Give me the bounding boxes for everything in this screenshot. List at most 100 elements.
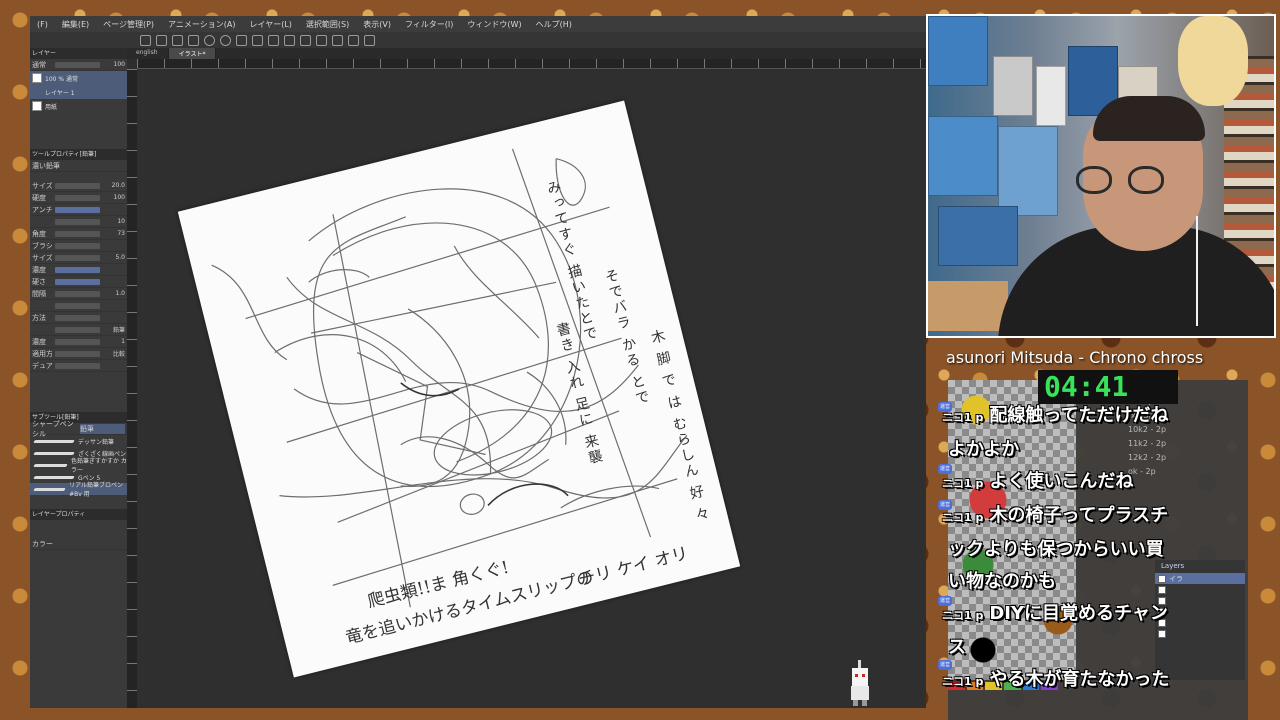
prop-value: 鉛筆 xyxy=(112,327,125,334)
color-mode-row[interactable]: カラー xyxy=(30,538,127,550)
color-mode-select[interactable]: カラー xyxy=(32,539,53,549)
subtool-tab-mechanical[interactable]: シャープペンシル xyxy=(32,419,77,439)
edit-icon[interactable] xyxy=(348,34,359,46)
menu-page[interactable]: ページ管理(P) xyxy=(96,19,161,30)
menu-filter[interactable]: フィルター(I) xyxy=(398,19,460,30)
prop-slider[interactable] xyxy=(55,206,100,213)
prop-slider[interactable] xyxy=(55,350,100,357)
brush-name: 色鉛筆ぎすかすか カラー xyxy=(70,458,127,474)
brush-item[interactable]: 色鉛筆ぎすかすか カラー xyxy=(30,458,127,474)
comment-user: ニコ1 p xyxy=(942,411,984,424)
menu-animation[interactable]: アニメーション(A) xyxy=(161,19,242,30)
prop-row[interactable]: 硬度 100 xyxy=(30,192,127,204)
pen-icon[interactable] xyxy=(316,34,327,46)
drawing-canvas[interactable]: 爬虫類!!ま 角くぐ! 竜を追いかけるタイムスリップの チリ ケイ オリ みって… xyxy=(177,100,741,678)
comment-line: い物なのかも xyxy=(942,566,1272,598)
prop-label: 硬さ xyxy=(32,277,46,286)
prop-row[interactable]: 10 xyxy=(30,216,127,228)
prop-slider[interactable] xyxy=(55,182,100,189)
prop-label: 適用方法 xyxy=(32,349,52,358)
menu-file[interactable]: (F) xyxy=(30,20,55,29)
layer-name: 100 % 通常 xyxy=(45,75,78,83)
prop-row[interactable]: サイズ 5.0 xyxy=(30,252,127,264)
prop-value: 比較 xyxy=(112,351,125,358)
comment-line: ニコ1 p DIYに目覚めるチャン xyxy=(942,598,1272,632)
prop-slider[interactable] xyxy=(55,194,100,201)
prop-slider[interactable] xyxy=(55,242,100,249)
menu-view[interactable]: 表示(V) xyxy=(356,19,398,30)
prop-slider[interactable] xyxy=(55,314,100,321)
tab-illustration[interactable]: イラスト* xyxy=(168,48,217,59)
comment-user: ニコ1 p xyxy=(942,609,984,622)
prop-row[interactable]: 濃度 xyxy=(30,264,127,276)
prop-row[interactable]: 濃度 1 xyxy=(30,336,127,348)
prop-value: 73 xyxy=(117,230,125,237)
prop-row[interactable]: サイズ 20.0 xyxy=(30,180,127,192)
prop-row[interactable]: 方法 xyxy=(30,312,127,324)
tab-english[interactable]: english xyxy=(126,48,169,59)
brush-name: リアル鉛筆ブロペン#Bv 用 xyxy=(69,482,124,498)
prop-slider[interactable] xyxy=(55,266,100,273)
comment-line: ス xyxy=(942,632,1272,664)
prop-row[interactable]: アンチエイリアス xyxy=(30,204,127,216)
cloud-icon[interactable] xyxy=(188,34,199,46)
menu-help[interactable]: ヘルプ(H) xyxy=(529,19,579,30)
new-file-icon[interactable] xyxy=(140,34,151,46)
transform-icon[interactable] xyxy=(284,34,295,46)
prop-value: 10 xyxy=(117,218,125,225)
prop-slider[interactable] xyxy=(55,230,100,237)
prop-slider[interactable] xyxy=(55,218,100,225)
prop-slider[interactable] xyxy=(55,290,100,297)
comment-text: ス xyxy=(948,637,966,658)
undo-icon[interactable] xyxy=(204,34,215,46)
clear-icon[interactable] xyxy=(252,34,263,46)
layer-row-paper[interactable]: 用紙 xyxy=(30,99,127,113)
layer-subname: レイヤー 1 xyxy=(45,89,75,97)
comment-user: ニコ1 p xyxy=(942,511,984,524)
menu-selection[interactable]: 選択範囲(S) xyxy=(299,19,356,30)
subtool-tabs: シャープペンシル 鉛筆 xyxy=(30,420,127,438)
comment-text: よかよか xyxy=(948,439,1020,460)
menu-layer[interactable]: レイヤー(L) xyxy=(242,19,298,30)
settings-icon[interactable] xyxy=(236,34,247,46)
prop-row[interactable]: ブラシ先端 xyxy=(30,240,127,252)
prop-slider[interactable] xyxy=(55,278,100,285)
prop-slider[interactable] xyxy=(55,254,100,261)
blend-mode-select[interactable]: 通常 xyxy=(32,60,52,70)
save-icon[interactable] xyxy=(172,34,183,46)
prop-row[interactable]: 角度 73 xyxy=(30,228,127,240)
prop-label: 方法 xyxy=(32,313,46,322)
prop-row[interactable]: 鉛筆 xyxy=(30,324,127,336)
subtool-tab-pencil[interactable]: 鉛筆 xyxy=(80,423,125,434)
layer-row-sub[interactable]: レイヤー 1 xyxy=(30,85,127,99)
layer-row[interactable]: 100 % 通常 xyxy=(30,71,127,85)
check-icon[interactable] xyxy=(332,34,343,46)
fill-icon[interactable] xyxy=(300,34,311,46)
canvas-workspace[interactable]: 爬虫類!!ま 角くぐ! 竜を追いかけるタイムスリップの チリ ケイ オリ みって… xyxy=(137,69,926,708)
prop-slider[interactable] xyxy=(55,326,100,333)
prop-label: 濃度 xyxy=(32,265,46,274)
prop-slider[interactable] xyxy=(55,362,100,369)
crop-icon[interactable] xyxy=(268,34,279,46)
mascot-sprite xyxy=(851,660,869,706)
document-tabs: english イラスト* xyxy=(126,48,926,59)
wall-poster xyxy=(938,206,1018,266)
prop-row[interactable]: 間隔 1.0 xyxy=(30,288,127,300)
menu-window[interactable]: ウィンドウ(W) xyxy=(460,19,528,30)
prop-slider[interactable] xyxy=(55,338,100,345)
prop-slider[interactable] xyxy=(55,302,100,309)
clip-studio-window: (F) 編集(E) ページ管理(P) アニメーション(A) レイヤー(L) 選択… xyxy=(30,16,926,708)
snap-icon[interactable] xyxy=(364,34,375,46)
brush-item[interactable]: リアル鉛筆ブロペン#Bv 用 xyxy=(30,482,127,498)
opacity-slider[interactable] xyxy=(55,61,100,68)
comment-line: ニコ1 p よく使いこんだね xyxy=(942,466,1272,500)
open-icon[interactable] xyxy=(156,34,167,46)
brush-preview xyxy=(33,463,68,467)
redo-icon[interactable] xyxy=(220,34,231,46)
prop-row[interactable]: 硬さ xyxy=(30,276,127,288)
menu-edit[interactable]: 編集(E) xyxy=(55,19,96,30)
tool-name: 濃い鉛筆 xyxy=(32,161,60,170)
prop-row[interactable]: 適用方法 比較 xyxy=(30,348,127,360)
prop-row[interactable] xyxy=(30,300,127,312)
prop-row[interactable]: デュアルブラシ xyxy=(30,360,127,372)
